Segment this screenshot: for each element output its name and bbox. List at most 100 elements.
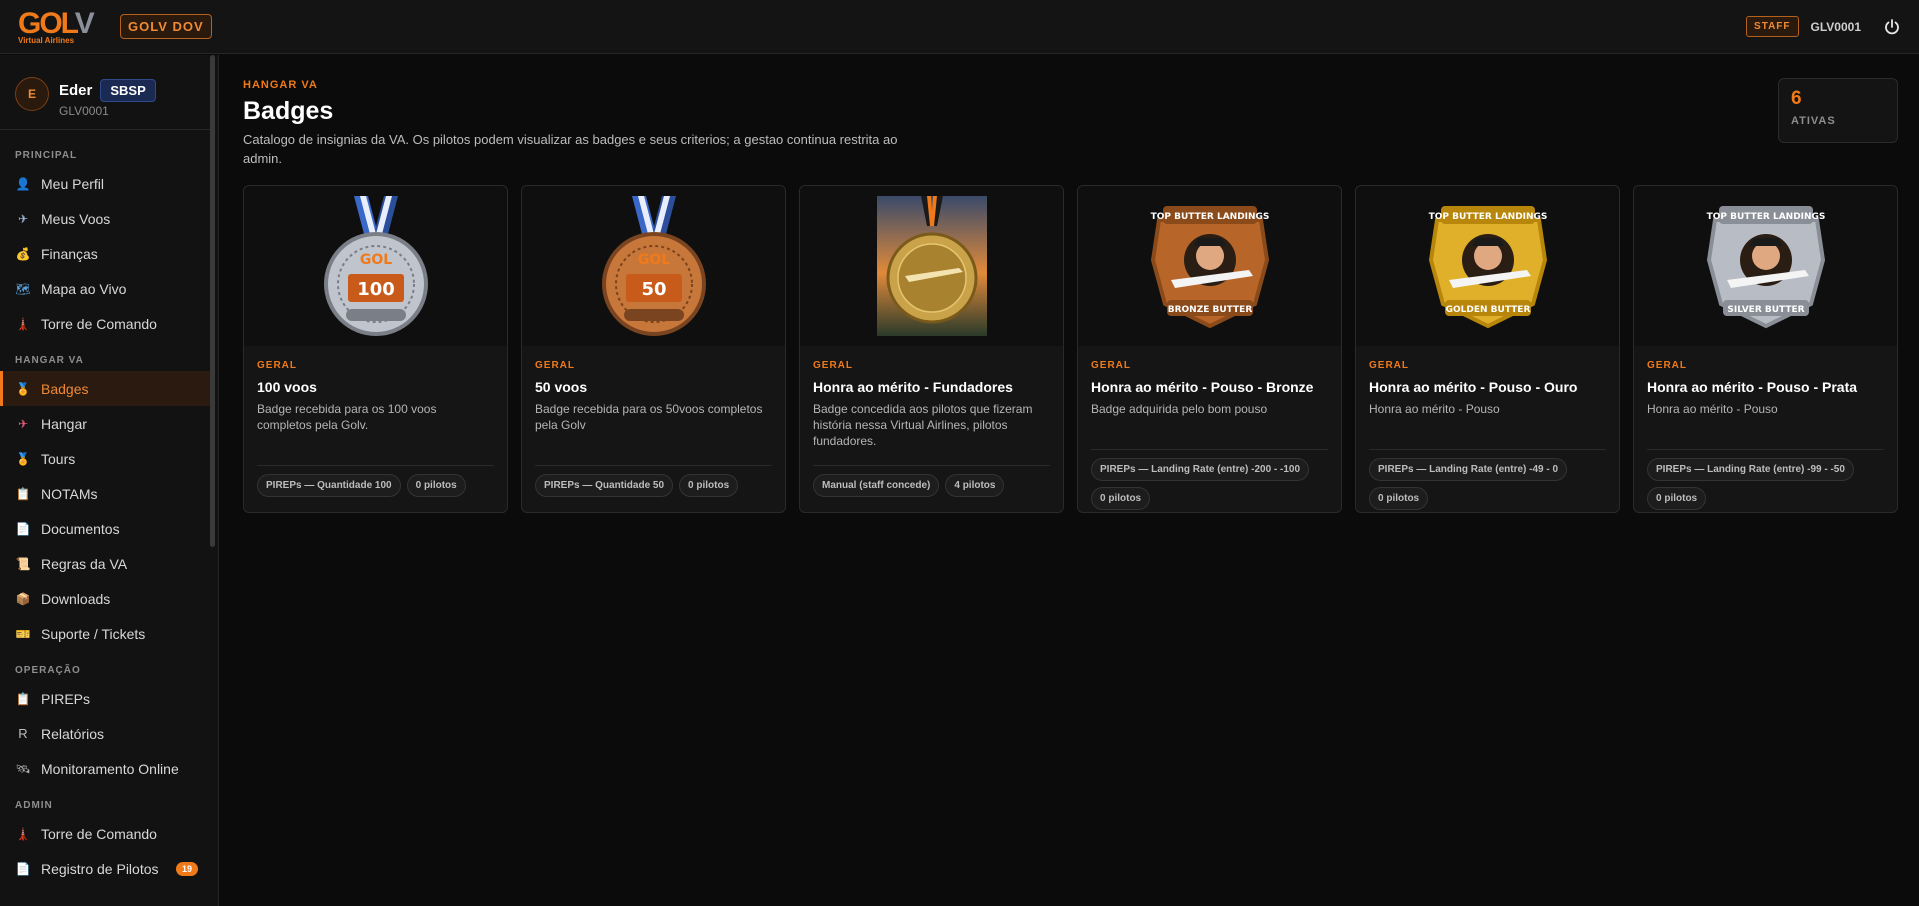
page-title: Badges [243, 97, 334, 125]
logo-v: V [74, 6, 95, 40]
sidebar-item-label: Documentos [41, 520, 120, 537]
badge-description: Honra ao mérito - Pouso [1369, 402, 1500, 416]
notes-icon: 📋 [15, 486, 31, 501]
sidebar-item-documentos[interactable]: 📄 Documentos [0, 511, 213, 546]
sidebar-item-badges[interactable]: 🏅 Badges [0, 371, 213, 406]
divider [1647, 449, 1884, 450]
criteria-chip: 4 pilotos [945, 474, 1005, 497]
criteria-chip: 0 pilotos [1647, 487, 1707, 510]
sidebar-item-label: Relatórios [41, 725, 105, 742]
sidebar-item-notams[interactable]: 📋 NOTAMs [0, 476, 213, 511]
badge-description: Honra ao mérito - Pouso [1647, 402, 1778, 416]
clipboard-icon: 📋 [15, 691, 31, 706]
badge-card[interactable]: GOL 100 GERAL 100 voos Badge recebida pa… [243, 185, 508, 513]
logo-subtitle: Virtual Airlines [18, 35, 75, 45]
sidebar-item-tours[interactable]: 🏅 Tours [0, 441, 213, 476]
document-icon: 📄 [15, 861, 31, 876]
sidebar-item-hangar[interactable]: ✈ Hangar [0, 406, 213, 441]
sidebar-item-downloads[interactable]: 📦 Downloads [0, 581, 213, 616]
r-icon: R [18, 726, 28, 741]
sidebar-item-suporte-tickets[interactable]: 🎫 Suporte / Tickets [0, 616, 213, 651]
satellite-icon: 🛰 [15, 761, 31, 776]
divider [813, 465, 1050, 466]
plane-icon: ✈ [17, 211, 29, 226]
svg-text:TOP BUTTER LANDINGS: TOP BUTTER LANDINGS [1428, 212, 1547, 222]
badge-image: GOL 50 [522, 186, 785, 346]
badge-criteria: PIREPs — Landing Rate (entre) -99 - -50 0… [1647, 458, 1884, 510]
badge-criteria: PIREPs — Landing Rate (entre) -49 - 0 0 p… [1369, 458, 1606, 510]
badge-criteria: PIREPs — Landing Rate (entre) -200 - -10… [1091, 458, 1328, 510]
sidebar-item-torre-de-comando[interactable]: 🗼 Torre de Comando [0, 816, 213, 851]
scroll-icon: 📜 [15, 556, 31, 571]
criteria-chip: PIREPs — Landing Rate (entre) -200 - -10… [1091, 458, 1310, 481]
sidebar-scrollbar[interactable] [210, 55, 215, 547]
top-user-id[interactable]: GLV0001 [1811, 20, 1861, 34]
badge-title: Honra ao mérito - Pouso - Bronze [1091, 379, 1314, 395]
profile-card[interactable]: E Eder SBSP GLV0001 [0, 55, 213, 130]
divider [257, 465, 494, 466]
sidebar-section-title: OPERAÇÃO [15, 665, 81, 676]
badge-card[interactable]: TOP BUTTER LANDINGS SILVER BUTTER GERAL … [1633, 185, 1898, 513]
svg-text:TOP BUTTER LANDINGS: TOP BUTTER LANDINGS [1706, 212, 1825, 222]
profile-name: Eder [59, 82, 93, 99]
sidebar-item-meu-perfil[interactable]: 👤 Meu Perfil [0, 166, 213, 201]
svg-text:BRONZE BUTTER: BRONZE BUTTER [1167, 305, 1252, 315]
sidebar-item-label: Hangar [41, 415, 87, 432]
money-bag-icon: 💰 [15, 246, 31, 261]
page-eyebrow: HANGAR VA [243, 79, 318, 91]
sidebar-item-pireps[interactable]: 📋 PIREPs [0, 681, 213, 716]
badge-category: GERAL [813, 360, 853, 371]
badge-image: TOP BUTTER LANDINGS BRONZE BUTTER [1078, 186, 1341, 346]
brand-pill: GOLV DOV [120, 14, 212, 39]
svg-text:SILVER BUTTER: SILVER BUTTER [1727, 305, 1804, 315]
badge-card[interactable]: TOP BUTTER LANDINGS GOLDEN BUTTER GERAL … [1355, 185, 1620, 513]
sidebar-item-label: Monitoramento Online [41, 760, 179, 777]
sidebar-item-label: Finanças [41, 245, 98, 262]
sidebar-item-mapa-ao-vivo[interactable]: 🗺 Mapa ao Vivo [0, 271, 213, 306]
badge-criteria: PIREPs — Quantidade 50 0 pilotos [535, 474, 772, 497]
power-icon[interactable] [1883, 18, 1901, 36]
sidebar-section-title: HANGAR VA [15, 355, 84, 366]
medal-icon: 🏅 [15, 451, 31, 466]
badge-image [800, 186, 1063, 346]
sidebar-section-title: PRINCIPAL [15, 150, 78, 161]
sidebar-item-finan-as[interactable]: 💰 Finanças [0, 236, 213, 271]
profile-pilot-id: GLV0001 [59, 104, 109, 118]
badge-description: Badge recebida para os 100 voos completo… [257, 402, 437, 432]
top-bar: GOLV Virtual Airlines GOLV DOV STAFF GLV… [0, 0, 1919, 54]
avatar: E [15, 77, 49, 111]
active-count: 6 [1791, 88, 1802, 109]
criteria-chip: Manual (staff concede) [813, 474, 940, 497]
ticket-icon: 🎫 [15, 626, 31, 641]
sidebar-item-label: Downloads [41, 590, 111, 607]
badge-title: Honra ao mérito - Pouso - Ouro [1369, 379, 1578, 395]
sidebar-item-relat-rios[interactable]: R Relatórios [0, 716, 213, 751]
sidebar-item-label: Torre de Comando [41, 825, 157, 842]
badge-card[interactable]: TOP BUTTER LANDINGS BRONZE BUTTER GERAL … [1077, 185, 1342, 513]
sidebar: E Eder SBSP GLV0001 PRINCIPAL 👤 Meu Perfil… [0, 55, 219, 906]
sidebar-item-monitoramento-online[interactable]: 🛰 Monitoramento Online [0, 751, 213, 786]
sidebar-item-registro-de-pilotos[interactable]: 📄 Registro de Pilotos 19 [0, 851, 213, 886]
sidebar-item-meus-voos[interactable]: ✈ Meus Voos [0, 201, 213, 236]
sidebar-section-title: ADMIN [15, 800, 53, 811]
tower-icon: 🗼 [15, 826, 31, 841]
badge-title: 100 voos [257, 379, 317, 395]
count-badge: 19 [175, 861, 198, 876]
sidebar-item-label: Badges [41, 380, 89, 397]
map-icon: 🗺 [15, 281, 31, 296]
badge-criteria: Manual (staff concede) 4 pilotos [813, 474, 1050, 497]
criteria-chip: PIREPs — Quantidade 100 [257, 474, 401, 497]
sidebar-item-label: Meus Voos [41, 210, 111, 227]
badge-title: Honra ao mérito - Fundadores [813, 379, 1013, 395]
divider [535, 465, 772, 466]
golv-logo[interactable]: GOLV Virtual Airlines [18, 6, 102, 45]
base-airport-badge: SBSP [100, 79, 156, 102]
badge-title: Honra ao mérito - Pouso - Prata [1647, 379, 1858, 395]
badge-card[interactable]: GOL 50 GERAL 50 voos Badge recebida para… [521, 185, 786, 513]
sidebar-item-torre-de-comando[interactable]: 🗼 Torre de Comando [0, 306, 213, 341]
svg-text:GOL: GOL [359, 252, 391, 268]
sidebar-item-regras-da-va[interactable]: 📜 Regras da VA [0, 546, 213, 581]
divider [1369, 449, 1606, 450]
document-icon: 📄 [15, 521, 31, 536]
badge-card[interactable]: GERAL Honra ao mérito - Fundadores Badge… [799, 185, 1064, 513]
